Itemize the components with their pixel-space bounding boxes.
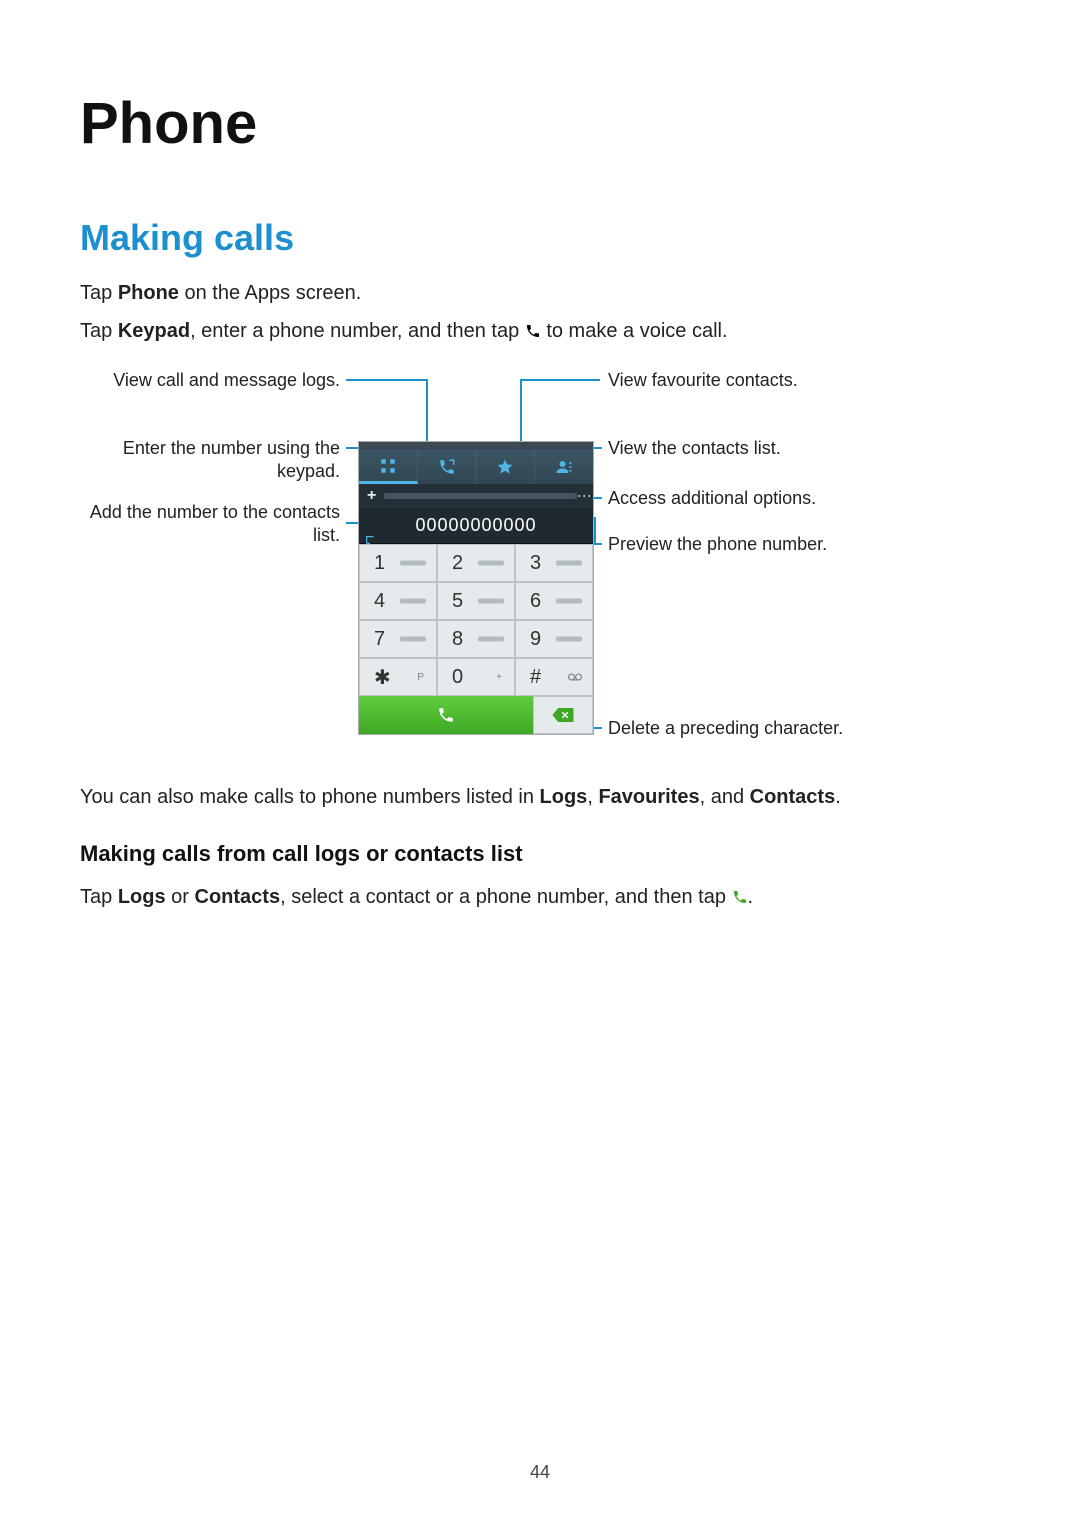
bold-logs: Logs (540, 786, 588, 808)
text: Tap (80, 320, 118, 342)
tab-keypad[interactable] (359, 450, 418, 484)
phone-icon (437, 706, 455, 724)
backspace-icon (552, 708, 574, 722)
text: , enter a phone number, and then tap (190, 320, 525, 342)
key-4[interactable]: 4 (359, 582, 437, 620)
tab-contacts[interactable] (535, 450, 593, 484)
status-bar (359, 442, 593, 450)
keypad-icon (379, 457, 397, 475)
bold-contacts: Contacts (750, 786, 836, 808)
key-digit: 2 (452, 552, 463, 575)
label-favourites: View favourite contacts. (608, 369, 898, 392)
key-hash[interactable]: # (515, 658, 593, 696)
label-logs: View call and message logs. (80, 369, 340, 392)
page-number: 44 (0, 1462, 1080, 1483)
key-9[interactable]: 9 (515, 620, 593, 658)
key-2[interactable]: 2 (437, 544, 515, 582)
subsection-title: Making calls from call logs or contacts … (80, 841, 1000, 867)
contacts-icon (555, 458, 573, 476)
bold-phone: Phone (118, 282, 179, 304)
key-8[interactable]: 8 (437, 620, 515, 658)
key-digit: 4 (374, 590, 385, 613)
tab-bar (359, 450, 593, 484)
key-digit: 3 (530, 552, 541, 575)
logs-icon (438, 458, 456, 476)
text: Tap (80, 282, 118, 304)
text: , (587, 786, 598, 808)
key-digit: ✱ (374, 665, 391, 690)
tab-favourites[interactable] (477, 450, 536, 484)
key-6[interactable]: 6 (515, 582, 593, 620)
text: on the Apps screen. (179, 282, 361, 304)
text: . (835, 786, 841, 808)
bottom-row (359, 696, 593, 734)
label-more-options: Access additional options. (608, 487, 898, 510)
key-digit: 1 (374, 552, 385, 575)
key-sub: + (496, 672, 502, 683)
phone-number-preview: 00000000000 (415, 515, 536, 536)
key-digit: 9 (530, 628, 541, 651)
star-icon (496, 458, 514, 476)
number-display: 00000000000 (359, 508, 593, 544)
key-digit: 7 (374, 628, 385, 651)
text: . (748, 886, 754, 908)
annotated-diagram: View call and message logs. Enter the nu… (80, 367, 1000, 759)
label-delete: Delete a preceding character. (608, 717, 898, 740)
bold-keypad: Keypad (118, 320, 190, 342)
key-0[interactable]: 0+ (437, 658, 515, 696)
paragraph-3: You can also make calls to phone numbers… (80, 781, 1000, 813)
key-digit: 5 (452, 590, 463, 613)
label-keypad: Enter the number using the keypad. (80, 437, 340, 484)
key-digit: 6 (530, 590, 541, 613)
section-title: Making calls (80, 217, 1000, 259)
call-button[interactable] (359, 696, 533, 734)
page-title: Phone (80, 90, 1000, 157)
keypad: 1 2 3 4 5 6 7 8 9 ✱P 0+ # (359, 544, 593, 696)
label-contacts-list: View the contacts list. (608, 437, 898, 460)
key-star[interactable]: ✱P (359, 658, 437, 696)
key-1[interactable]: 1 (359, 544, 437, 582)
label-preview: Preview the phone number. (608, 533, 898, 556)
phone-mockup: + ⋮ 00000000000 1 2 3 4 5 6 7 8 9 ✱P 0+ … (358, 441, 594, 735)
label-add-contact: Add the number to the contacts list. (80, 501, 340, 548)
phone-icon (732, 889, 748, 905)
paragraph-1: Tap Phone on the Apps screen. (80, 277, 1000, 309)
text: Tap (80, 886, 118, 908)
paragraph-4: Tap Logs or Contacts, select a contact o… (80, 881, 1000, 913)
tab-logs[interactable] (418, 450, 477, 484)
suggestion-bar[interactable]: + ⋮ (359, 484, 593, 508)
key-5[interactable]: 5 (437, 582, 515, 620)
phone-icon (525, 323, 541, 339)
key-7[interactable]: 7 (359, 620, 437, 658)
key-digit: # (530, 666, 541, 689)
key-digit: 8 (452, 628, 463, 651)
bold-contacts: Contacts (195, 886, 281, 908)
backspace-button[interactable] (533, 696, 593, 734)
voicemail-icon (568, 672, 582, 682)
text: or (166, 886, 195, 908)
plus-icon: + (367, 487, 376, 505)
paragraph-2: Tap Keypad, enter a phone number, and th… (80, 315, 1000, 347)
suggestion-placeholder (384, 493, 577, 499)
key-3[interactable]: 3 (515, 544, 593, 582)
bold-favourites: Favourites (598, 786, 699, 808)
text: You can also make calls to phone numbers… (80, 786, 540, 808)
bold-logs: Logs (118, 886, 166, 908)
text: to make a voice call. (541, 320, 728, 342)
key-sub: P (417, 672, 424, 683)
key-digit: 0 (452, 666, 463, 689)
text: , and (700, 786, 750, 808)
text: , select a contact or a phone number, an… (280, 886, 731, 908)
